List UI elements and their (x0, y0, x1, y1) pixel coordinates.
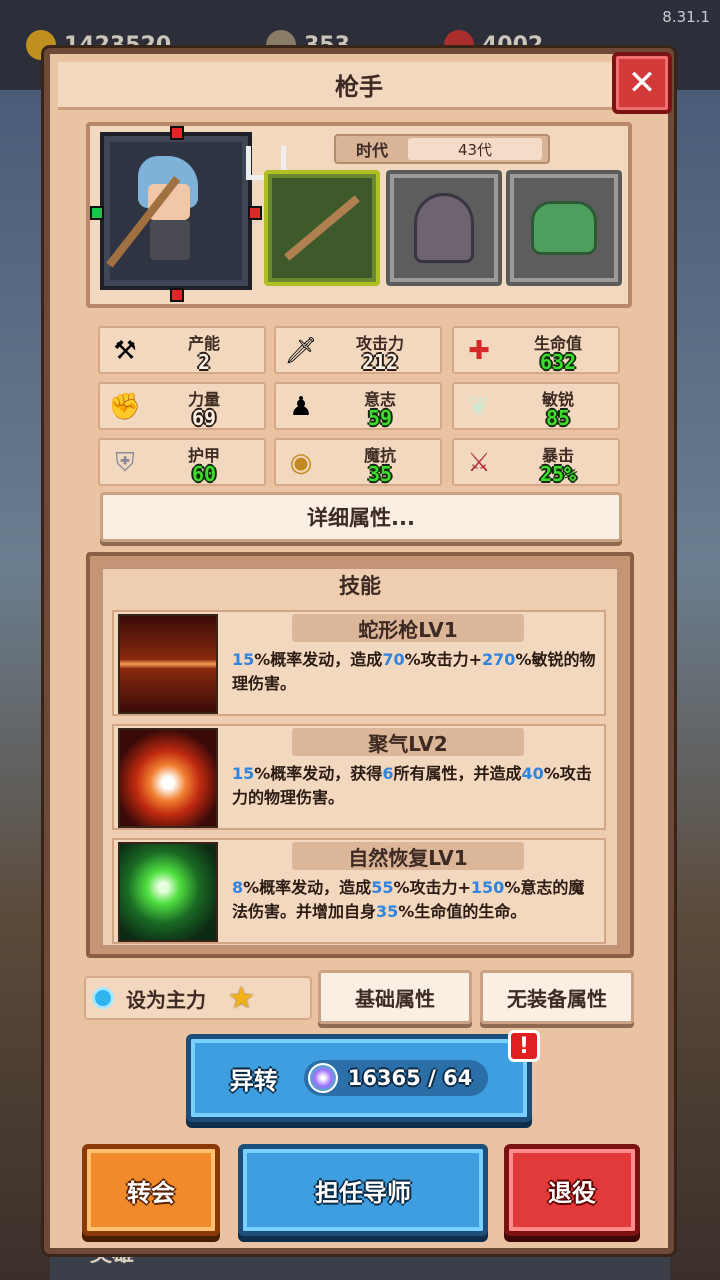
stat-attack: 🗡 攻击力 212 (274, 326, 442, 374)
skill-name: 蛇形枪LV1 (292, 614, 524, 642)
selection-marker-bottom (170, 288, 184, 302)
gather-qi-icon (118, 728, 218, 828)
detailed-attributes-button[interactable]: 详细属性... (100, 492, 622, 542)
close-button[interactable]: ✕ (612, 52, 672, 114)
skill-text: %攻击力+ (404, 650, 483, 669)
skill-text: %生命值的生命。 (398, 902, 527, 921)
rake-spear-icon (284, 195, 360, 261)
red-cross-icon: ✚ (468, 336, 490, 366)
skill-number: 40 (521, 764, 544, 783)
meditation-icon: ♟ (289, 392, 313, 422)
base-attributes-button[interactable]: 基础属性 (318, 970, 472, 1024)
stat-armor: ⛨ 护甲 60 (98, 438, 266, 486)
toggle-dot-icon (92, 987, 114, 1009)
skill-number: 70 (382, 650, 405, 669)
crossed-swords-icon: ⚔ (467, 448, 491, 478)
skill-description: 8%概率发动，造成55%攻击力+150%意志的魔法伤害。并增加自身35%生命值的… (232, 876, 598, 924)
stat-production: ⚒ 产能 2 (98, 326, 266, 374)
skill-description: 15%概率发动，获得6所有属性，并造成40%攻击力的物理伤害。 (232, 762, 598, 810)
skill-card[interactable]: 蛇形枪LV1 15%概率发动，造成70%攻击力+270%敏锐的物理伤害。 (112, 610, 606, 716)
set-main-label: 设为主力 (126, 987, 206, 1012)
skill-text: %概率发动，造成 (254, 650, 383, 669)
fist-icon: ✊ (108, 392, 142, 422)
hero-portrait[interactable] (100, 132, 252, 290)
shield-icon: ⛨ (115, 447, 135, 478)
skills-title: 技能 (339, 574, 381, 598)
skill-number: 270 (482, 650, 516, 669)
skill-number: 15 (232, 650, 255, 669)
panel-title: 枪手 (335, 73, 383, 101)
skill-text: 所有属性，并造成 (393, 764, 522, 783)
skill-number: 150 (470, 878, 505, 897)
era-label: 时代 (355, 141, 388, 160)
background-scene-left (0, 90, 50, 1280)
skill-name: 聚气LV2 (292, 728, 524, 756)
wing-icon: ❦ (468, 392, 490, 422)
transform-cost: 16365 / 64 (303, 1060, 489, 1096)
skill-text: %概率发动，获得 (254, 764, 383, 783)
background-scene-right (670, 90, 720, 1280)
transform-button[interactable]: 异转 16365 / 64 (186, 1034, 532, 1122)
stat-magic-resist: ◉ 魔抗 35 (274, 438, 442, 486)
no-equipment-attributes-button[interactable]: 无装备属性 (480, 970, 634, 1024)
selection-marker-top (170, 126, 184, 140)
skill-number: 6 (382, 764, 394, 783)
skill-name: 自然恢复LV1 (292, 842, 524, 870)
crystal-orb-icon (307, 1063, 338, 1093)
skill-number: 55 (371, 878, 394, 897)
mentor-button[interactable]: 担任导师 (238, 1144, 488, 1236)
transform-cost-value: 16365 / 64 (347, 1066, 473, 1090)
era-value: 43代 (408, 138, 542, 160)
hero-body (150, 220, 190, 260)
transfer-button[interactable]: 转会 (82, 1144, 220, 1236)
era-row: 时代 43代 (334, 134, 550, 164)
panel-title-bar: 枪手 (58, 62, 660, 110)
skill-text: %概率发动，造成 (243, 878, 372, 897)
weapon-slot[interactable] (264, 170, 380, 286)
boots-slot[interactable] (506, 170, 622, 286)
anvil-icon: ⚒ (113, 336, 137, 366)
stat-agility: ❦ 敏锐 85 (452, 382, 620, 430)
skill-description: 15%概率发动，造成70%攻击力+270%敏锐的物理伤害。 (232, 648, 598, 696)
stat-hp: ✚ 生命值 632 (452, 326, 620, 374)
sword-icon: 🗡 (284, 336, 318, 366)
skill-card[interactable]: 聚气LV2 15%概率发动，获得6所有属性，并造成40%攻击力的物理伤害。 (112, 724, 606, 830)
version-label: 8.31.1 (662, 8, 710, 26)
magic-resist-icon: ◉ (289, 448, 313, 478)
stat-strength: ✊ 力量 69 (98, 382, 266, 430)
natural-recovery-icon (118, 842, 218, 942)
stat-critical: ⚔ 暴击 25% (452, 438, 620, 486)
close-icon: ✕ (627, 63, 657, 103)
star-icon: ★ (228, 980, 255, 1016)
transform-label: 异转 (229, 1066, 278, 1095)
skill-number: 15 (232, 764, 255, 783)
armor-slot[interactable] (386, 170, 502, 286)
boots-icon (531, 201, 597, 255)
selection-marker-left (90, 206, 104, 220)
skill-number: 35 (376, 902, 399, 921)
retire-button[interactable]: 退役 (504, 1144, 640, 1236)
selection-marker-right (248, 206, 262, 220)
stat-will: ♟ 意志 59 (274, 382, 442, 430)
alert-icon: ! (508, 1030, 540, 1062)
serpent-spear-icon (118, 614, 218, 714)
skill-card[interactable]: 自然恢复LV1 8%概率发动，造成55%攻击力+150%意志的魔法伤害。并增加自… (112, 838, 606, 944)
armor-icon (414, 193, 474, 263)
set-main-toggle[interactable]: 设为主力 ★ (84, 976, 312, 1020)
skill-text: %攻击力+ (393, 878, 471, 897)
skill-number: 8 (232, 878, 244, 897)
